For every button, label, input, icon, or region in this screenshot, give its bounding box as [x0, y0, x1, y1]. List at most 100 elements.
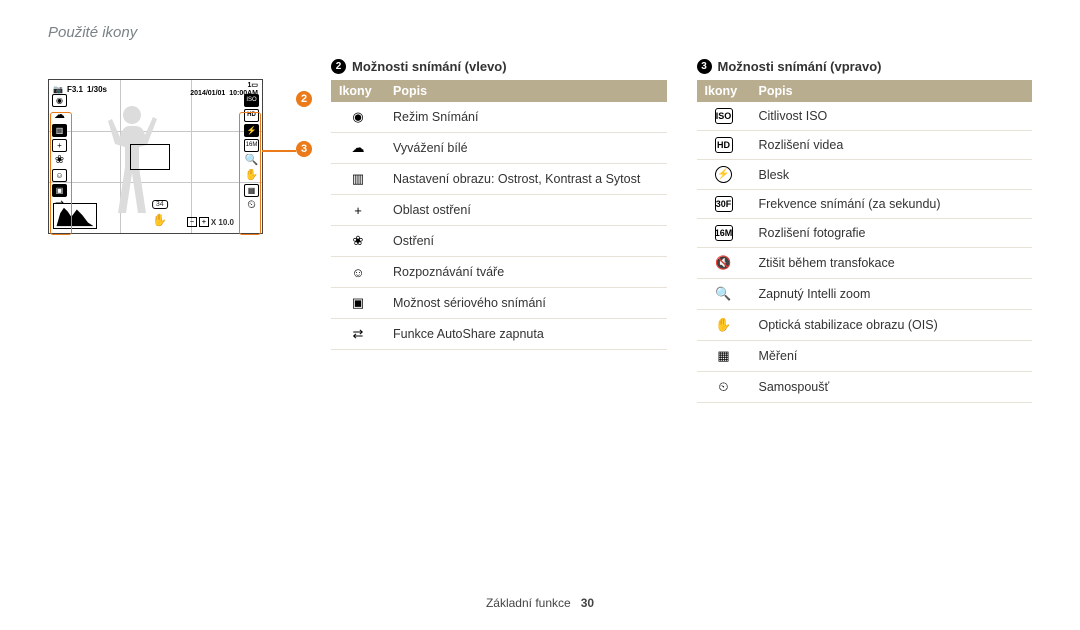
desc-cell: Ostření: [385, 226, 667, 257]
desc-cell: Měření: [751, 341, 1033, 372]
self-timer-icon: ⏲: [714, 378, 734, 396]
table-row: ⏲ Samospoušť: [697, 372, 1033, 403]
page-footer: Základní funkce 30: [0, 596, 1080, 610]
camera-lcd: 📷 F3.1 1/30s 1▭ 2014/01/01 10:00AM ◉ ☁ ▥…: [48, 79, 263, 234]
icon-cell: ⇄: [331, 319, 385, 350]
desc-cell: Režim Snímání: [385, 102, 667, 133]
table-row: ▦ Měření: [697, 341, 1033, 372]
video-res-icon: HD: [715, 137, 733, 153]
aperture-readout: F3.1: [67, 85, 83, 94]
icon-cell: ⏲: [697, 372, 751, 403]
desc-cell: Oblast ostření: [385, 195, 667, 226]
table-row: ✋ Optická stabilizace obrazu (OIS): [697, 310, 1033, 341]
icon-cell: ◉: [331, 102, 385, 133]
macro-icon: ❀: [348, 232, 368, 250]
callout-line-3: [262, 150, 296, 152]
desc-cell: Nastavení obrazu: Ostrost, Kontrast a Sy…: [385, 164, 667, 195]
table-row: 🔍 Zapnutý Intelli zoom: [697, 279, 1033, 310]
heading-badge-2: 2: [331, 59, 346, 74]
zoom-readout: −+ X 10.0: [187, 217, 234, 227]
focus-rectangle: [130, 144, 170, 170]
face-detect-icon: ☺: [348, 263, 368, 281]
table-row: 30F Frekvence snímání (za sekundu): [697, 190, 1033, 219]
lcd-column: 2 3 📷 F3.1 1/30s 1▭ 2014/01/01: [48, 59, 303, 403]
col-popis: Popis: [385, 80, 667, 102]
left-table-heading: 2 Možnosti snímání (vlevo): [331, 59, 667, 74]
camera-mode-icon: ◉: [348, 108, 368, 126]
right-table: Ikony Popis ISO Citlivost ISO HD Rozliše…: [697, 80, 1033, 403]
table-row: ISO Citlivost ISO: [697, 102, 1033, 131]
icon-cell: ▣: [331, 288, 385, 319]
icon-cell: ✋: [697, 310, 751, 341]
table-row: ▣ Možnost sériového snímání: [331, 288, 667, 319]
desc-cell: Funkce AutoShare zapnuta: [385, 319, 667, 350]
left-table-heading-text: Možnosti snímání (vlevo): [352, 59, 507, 74]
iso-icon: ISO: [715, 108, 733, 124]
mode-mini-icon: ◉: [52, 94, 67, 107]
content-area: 2 3 📷 F3.1 1/30s 1▭ 2014/01/01: [48, 59, 1032, 403]
col-popis: Popis: [751, 80, 1033, 102]
table-row: ❀ Ostření: [331, 226, 667, 257]
icon-cell: HD: [697, 131, 751, 160]
desc-cell: Samospoušť: [751, 372, 1033, 403]
desc-cell: Frekvence snímání (za sekundu): [751, 190, 1033, 219]
desc-cell: Možnost sériového snímání: [385, 288, 667, 319]
icon-cell: ▦: [697, 341, 751, 372]
table-row: ◉ Režim Snímání: [331, 102, 667, 133]
icon-cell: +: [331, 195, 385, 226]
zoom-mute-icon: 🔇: [714, 254, 734, 272]
right-table-col: 3 Možnosti snímání (vpravo) Ikony Popis …: [697, 59, 1033, 403]
table-row: ☁ Vyvážení bílé: [331, 133, 667, 164]
ois-indicator: ✋: [152, 213, 168, 229]
page-title: Použité ikony: [48, 24, 1032, 41]
date-readout: 2014/01/01: [190, 90, 225, 97]
table-row: ☺ Rozpoznávání tváře: [331, 257, 667, 288]
image-adjust-icon: ▥: [348, 170, 368, 188]
fps-icon: 30F: [715, 196, 733, 212]
tables-area: 2 Možnosti snímání (vlevo) Ikony Popis ◉…: [331, 59, 1032, 403]
table-row: ⇄ Funkce AutoShare zapnuta: [331, 319, 667, 350]
table-row: ⚡ Blesk: [697, 160, 1033, 190]
table-row: ▥ Nastavení obrazu: Ostrost, Kontrast a …: [331, 164, 667, 195]
lcd-status-bar: 📷 F3.1 1/30s 1▭ 2014/01/01 10:00AM: [53, 82, 258, 97]
burst-icon: ▣: [348, 294, 368, 312]
photo-res-icon: 16M: [715, 225, 733, 241]
icon-cell: ❀: [331, 226, 385, 257]
callout-badge-2: 2: [296, 91, 312, 107]
desc-cell: Rozlišení fotografie: [751, 219, 1033, 248]
icon-cell: 16M: [697, 219, 751, 248]
table-row: 16M Rozlišení fotografie: [697, 219, 1033, 248]
right-table-heading: 3 Možnosti snímání (vpravo): [697, 59, 1033, 74]
desc-cell: Blesk: [751, 160, 1033, 190]
footer-section: Základní funkce: [486, 596, 571, 610]
autoshare-icon: ⇄: [348, 325, 368, 343]
callout-badge-3: 3: [296, 141, 312, 157]
icon-cell: 🔇: [697, 248, 751, 279]
metering-icon: ▦: [714, 347, 734, 365]
ois-icon: ✋: [714, 316, 734, 334]
desc-cell: Optická stabilizace obrazu (OIS): [751, 310, 1033, 341]
focus-area-icon: +: [348, 201, 368, 219]
footer-page: 30: [581, 596, 594, 610]
flash-icon: ⚡: [715, 166, 732, 183]
heading-badge-3: 3: [697, 59, 712, 74]
icon-cell: ▥: [331, 164, 385, 195]
icon-cell: 30F: [697, 190, 751, 219]
desc-cell: Citlivost ISO: [751, 102, 1033, 131]
icon-cell: ☁: [331, 133, 385, 164]
icon-cell: ☺: [331, 257, 385, 288]
white-balance-icon: ☁: [348, 139, 368, 157]
shutter-readout: 1/30s: [87, 85, 107, 94]
iso-mini-icon: ISO: [244, 94, 259, 107]
left-table: Ikony Popis ◉ Režim Snímání ☁ Vyvážení b…: [331, 80, 667, 350]
callout-frame-right: [239, 112, 261, 235]
right-table-heading-text: Možnosti snímání (vpravo): [718, 59, 882, 74]
callout-frame-left: [50, 112, 72, 235]
burst-counter: 34: [152, 200, 168, 209]
table-row: HD Rozlišení videa: [697, 131, 1033, 160]
table-row: + Oblast ostření: [331, 195, 667, 226]
left-table-col: 2 Možnosti snímání (vlevo) Ikony Popis ◉…: [331, 59, 667, 403]
cam-icon: 📷: [53, 85, 63, 94]
desc-cell: Zapnutý Intelli zoom: [751, 279, 1033, 310]
desc-cell: Rozlišení videa: [751, 131, 1033, 160]
